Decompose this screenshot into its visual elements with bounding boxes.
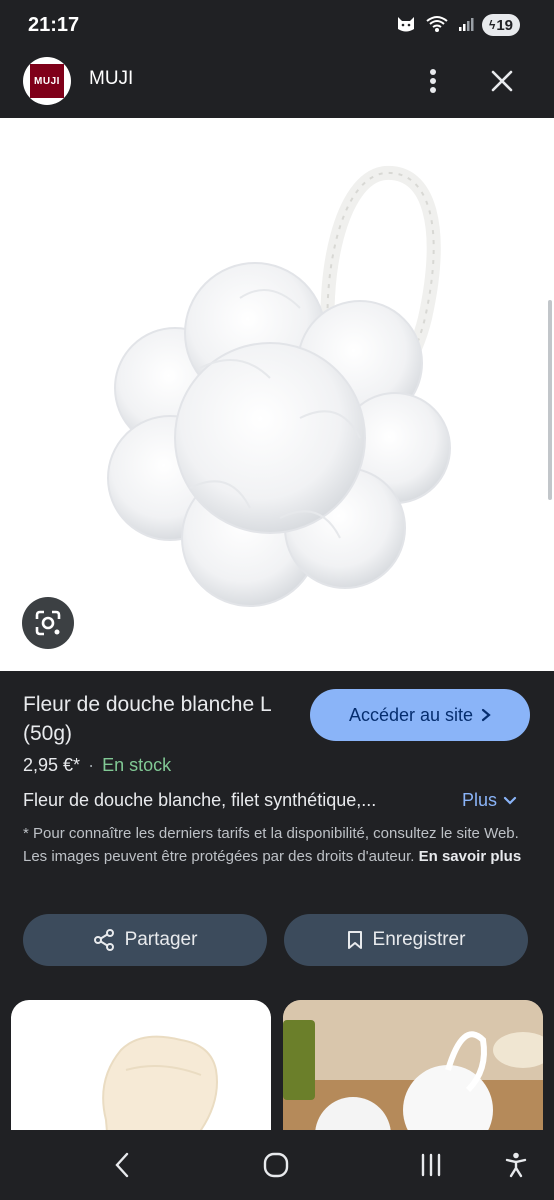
- save-button[interactable]: Enregistrer: [284, 914, 528, 966]
- learn-more-link[interactable]: En savoir plus: [419, 848, 522, 865]
- home-button[interactable]: [258, 1150, 294, 1180]
- price-row: 2,95 €* · En stock: [23, 755, 171, 776]
- shower-puff-image: [107, 165, 451, 607]
- google-lens-button[interactable]: [22, 597, 74, 649]
- close-button[interactable]: [487, 66, 517, 96]
- back-button[interactable]: [104, 1150, 140, 1180]
- back-icon: [115, 1152, 129, 1178]
- signal-icon: [458, 16, 474, 37]
- wifi-icon: [426, 15, 448, 38]
- bookmark-icon: [347, 931, 362, 949]
- scroll-indicator: [548, 300, 552, 500]
- site-name[interactable]: MUJI: [89, 68, 133, 90]
- separator-dot: ·: [88, 755, 95, 775]
- more-details-label: Plus: [462, 790, 498, 810]
- battery-level: 19: [496, 16, 514, 34]
- cat-icon: [396, 15, 416, 38]
- share-label: Partager: [124, 929, 198, 950]
- more-options-button[interactable]: [418, 66, 448, 96]
- stock-status: En stock: [102, 755, 172, 775]
- product-title: Fleur de douche blanche L (50g): [23, 693, 271, 745]
- visit-site-button[interactable]: Accéder au site: [310, 689, 530, 741]
- more-details-button[interactable]: Plus: [462, 790, 517, 811]
- share-button[interactable]: Partager: [23, 914, 267, 966]
- chevron-down-icon: [503, 796, 517, 805]
- accessibility-icon: [505, 1152, 527, 1178]
- disclaimer: * Pour connaître les derniers tarifs et …: [23, 822, 533, 868]
- close-icon: [491, 70, 513, 92]
- lens-icon: [35, 610, 61, 636]
- status-time: 21:17: [28, 14, 80, 36]
- product-description: Fleur de douche blanche, filet synthétiq…: [23, 790, 377, 810]
- site-logo[interactable]: MUJI: [23, 57, 71, 105]
- chevron-right-icon: [481, 708, 491, 722]
- status-icons: [396, 15, 474, 38]
- home-icon: [263, 1152, 289, 1178]
- more-vert-icon: [430, 69, 436, 93]
- save-label: Enregistrer: [372, 929, 466, 950]
- battery-indicator: ϟ 19: [482, 14, 520, 36]
- muji-logo: MUJI: [30, 64, 64, 98]
- recent-apps-icon: [421, 1153, 441, 1177]
- accessibility-button[interactable]: [498, 1150, 534, 1180]
- visit-site-label: Accéder au site: [348, 704, 474, 725]
- product-image[interactable]: [0, 118, 554, 671]
- price: 2,95 €*: [23, 755, 81, 775]
- battery-bolt-icon: ϟ: [488, 18, 496, 32]
- header: [0, 48, 554, 118]
- share-icon: [93, 929, 114, 951]
- recent-apps-button[interactable]: [413, 1150, 449, 1180]
